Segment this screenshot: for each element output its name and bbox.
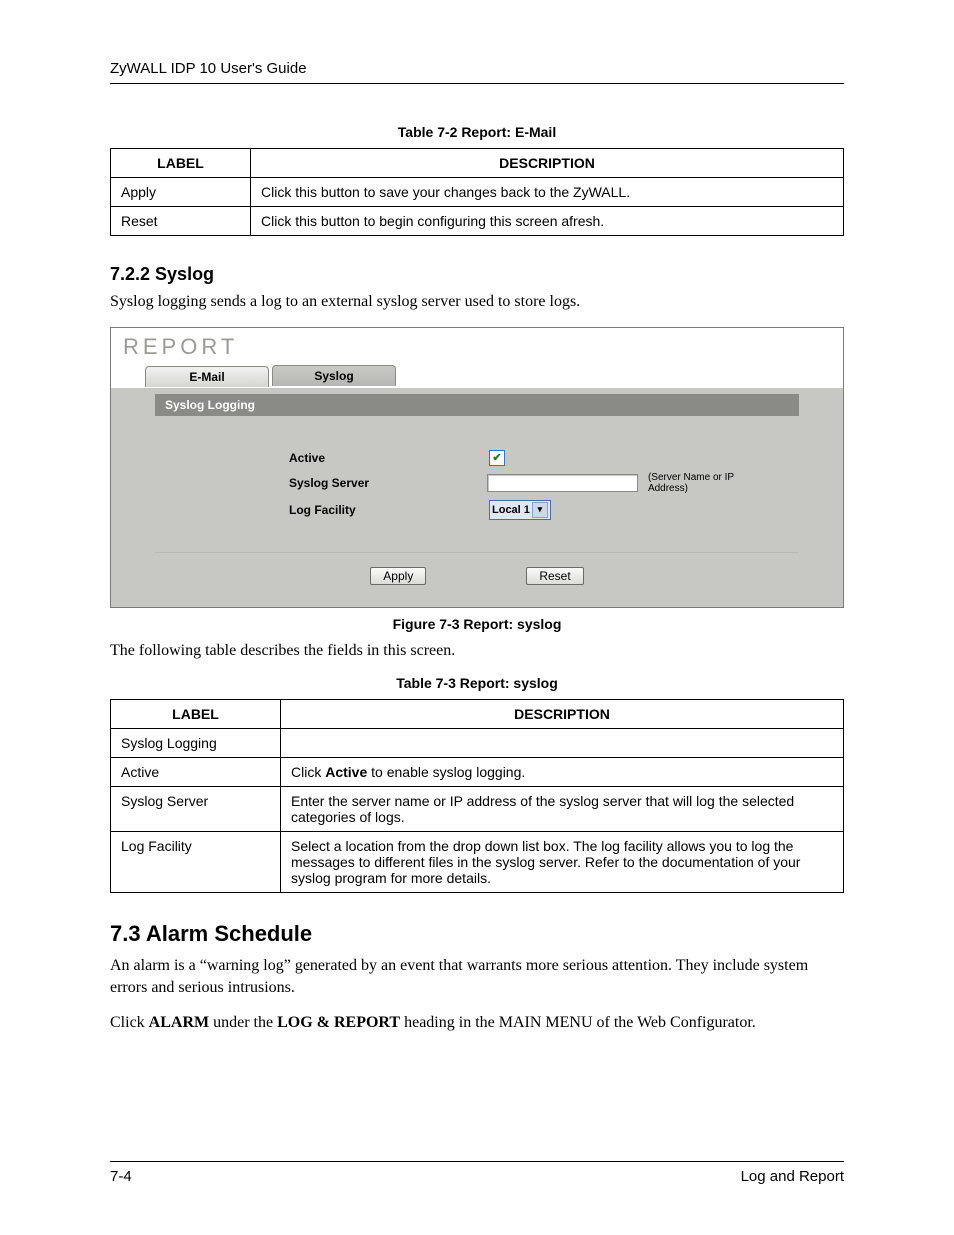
cell-label: Apply [111, 178, 251, 207]
footer-section: Log and Report [741, 1168, 844, 1185]
active-checkbox[interactable]: ✔ [489, 450, 505, 466]
cell-label: Syslog Server [111, 787, 281, 832]
figure-7-3-screenshot: REPORT E-Mail Syslog Syslog Logging Acti… [110, 327, 844, 608]
panel-title: Syslog Logging [155, 394, 799, 416]
cell-desc: Click this button to save your changes b… [251, 178, 844, 207]
tab-email[interactable]: E-Mail [145, 366, 269, 387]
row-syslog-server: Syslog Server (Server Name or IP Address… [179, 472, 775, 494]
table-7-3-head-desc: DESCRIPTION [281, 700, 844, 729]
paragraph: The following table describes the fields… [110, 640, 844, 662]
paragraph: Click ALARM under the LOG & REPORT headi… [110, 1012, 844, 1034]
table-row: Reset Click this button to begin configu… [111, 207, 844, 236]
cell-label: Reset [111, 207, 251, 236]
row-active: Active ✔ [179, 450, 775, 466]
heading-7-2-2: 7.2.2 Syslog [110, 264, 844, 285]
paragraph: An alarm is a “warning log” generated by… [110, 955, 844, 998]
cell-label: Syslog Logging [111, 729, 281, 758]
cell-desc: Select a location from the drop down lis… [281, 832, 844, 893]
log-facility-select[interactable]: Local 1 ▾ [489, 500, 551, 520]
syslog-server-input[interactable] [487, 474, 638, 492]
screenshot-title: REPORT [111, 328, 843, 364]
label-active: Active [179, 451, 489, 465]
page-footer: 7-4 Log and Report [110, 1161, 844, 1185]
heading-7-3: 7.3 Alarm Schedule [110, 921, 844, 947]
page: ZyWALL IDP 10 User's Guide Table 7-2 Rep… [0, 0, 954, 1235]
row-log-facility: Log Facility Local 1 ▾ [179, 500, 775, 520]
table-7-2: LABEL DESCRIPTION Apply Click this butto… [110, 148, 844, 236]
table-7-3: LABEL DESCRIPTION Syslog Logging Active … [110, 699, 844, 893]
cell-desc [281, 729, 844, 758]
cell-desc: Click Active to enable syslog logging. [281, 758, 844, 787]
apply-button[interactable]: Apply [370, 567, 426, 585]
running-head: ZyWALL IDP 10 User's Guide [110, 60, 844, 84]
chevron-down-icon: ▾ [532, 502, 548, 518]
table-row: Apply Click this button to save your cha… [111, 178, 844, 207]
table-7-2-head-label: LABEL [111, 149, 251, 178]
tab-syslog[interactable]: Syslog [272, 365, 396, 386]
page-number: 7-4 [110, 1168, 132, 1185]
reset-button[interactable]: Reset [526, 567, 583, 585]
paragraph: Syslog logging sends a log to an externa… [110, 291, 844, 313]
cell-desc: Enter the server name or IP address of t… [281, 787, 844, 832]
syslog-server-hint: (Server Name or IP Address) [648, 472, 775, 494]
table-7-3-caption: Table 7-3 Report: syslog [110, 675, 844, 691]
table-row: Active Click Active to enable syslog log… [111, 758, 844, 787]
panel-body: Active ✔ Syslog Server (Server Name or I… [155, 416, 799, 552]
panel: Syslog Logging Active ✔ Syslog Server (S… [131, 388, 823, 589]
table-7-2-caption: Table 7-2 Report: E-Mail [110, 124, 844, 140]
cell-label: Log Facility [111, 832, 281, 893]
cell-label: Active [111, 758, 281, 787]
button-row: Apply Reset [131, 553, 823, 589]
log-facility-value: Local 1 [492, 504, 530, 516]
tabs-row: E-Mail Syslog [111, 364, 843, 388]
table-row: Syslog Server Enter the server name or I… [111, 787, 844, 832]
cell-desc: Click this button to begin configuring t… [251, 207, 844, 236]
table-row: Syslog Logging [111, 729, 844, 758]
label-log-facility: Log Facility [179, 503, 489, 517]
table-row: Log Facility Select a location from the … [111, 832, 844, 893]
figure-7-3-caption: Figure 7-3 Report: syslog [110, 616, 844, 632]
table-7-3-head-label: LABEL [111, 700, 281, 729]
label-syslog-server: Syslog Server [179, 476, 487, 490]
table-7-2-head-desc: DESCRIPTION [251, 149, 844, 178]
